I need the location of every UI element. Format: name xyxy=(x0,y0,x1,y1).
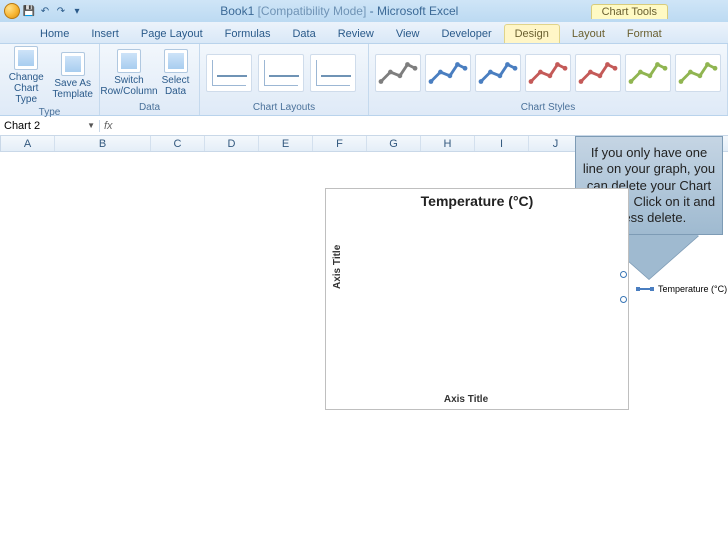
chart-style-option[interactable] xyxy=(575,54,621,92)
undo-icon[interactable]: ↶ xyxy=(38,4,52,18)
worksheet: ABCDEFGHIJKLMN If you only have one line… xyxy=(0,136,728,152)
x-axis-title[interactable]: Axis Title xyxy=(376,394,556,405)
name-box[interactable]: Chart 2▼ xyxy=(0,120,100,132)
tab-formulas[interactable]: Formulas xyxy=(215,25,281,43)
tab-layout[interactable]: Layout xyxy=(562,25,615,43)
select-data-button[interactable]: Select Data xyxy=(158,49,193,97)
legend-selection xyxy=(624,275,728,299)
tab-review[interactable]: Review xyxy=(328,25,384,43)
tab-view[interactable]: View xyxy=(386,25,430,43)
tab-page-layout[interactable]: Page Layout xyxy=(131,25,213,43)
window-title: Book1 [Compatibility Mode] - Microsoft E… xyxy=(88,4,591,18)
tab-developer[interactable]: Developer xyxy=(431,25,501,43)
switch-row-column-button[interactable]: Switch Row/Column xyxy=(106,49,152,97)
chart-title[interactable]: Temperature (°C) xyxy=(326,189,628,209)
column-header[interactable]: I xyxy=(475,136,529,151)
chart-layout-option[interactable] xyxy=(258,54,304,92)
tab-design[interactable]: Design xyxy=(504,24,560,43)
column-header[interactable]: C xyxy=(151,136,205,151)
chart-layout-option[interactable] xyxy=(310,54,356,92)
column-header[interactable]: A xyxy=(1,136,55,151)
tab-format[interactable]: Format xyxy=(617,25,672,43)
ribbon-group-chart-styles: Chart Styles xyxy=(369,44,728,115)
change-chart-type-button[interactable]: Change Chart Type xyxy=(6,46,46,105)
chart-style-option[interactable] xyxy=(675,54,721,92)
column-header[interactable]: D xyxy=(205,136,259,151)
title-bar: 💾 ↶ ↷ ▾ Book1 [Compatibility Mode] - Mic… xyxy=(0,0,728,22)
tab-insert[interactable]: Insert xyxy=(81,25,129,43)
embedded-chart[interactable]: Temperature (°C) Axis Title Axis Title T… xyxy=(325,188,629,410)
qat-dropdown-icon[interactable]: ▾ xyxy=(70,4,84,18)
chart-layout-option[interactable] xyxy=(206,54,252,92)
ribbon-group-data: Switch Row/Column Select Data Data xyxy=(100,44,200,115)
tab-data[interactable]: Data xyxy=(282,25,325,43)
chart-style-option[interactable] xyxy=(425,54,471,92)
chart-style-option[interactable] xyxy=(475,54,521,92)
fx-icon[interactable]: fx xyxy=(104,120,113,132)
contextual-tab-group: Chart Tools xyxy=(591,4,668,19)
ribbon-tabs: HomeInsertPage LayoutFormulasDataReviewV… xyxy=(0,22,728,44)
formula-bar: Chart 2▼ fx xyxy=(0,116,728,136)
tab-home[interactable]: Home xyxy=(30,25,79,43)
column-header[interactable]: G xyxy=(367,136,421,151)
chart-style-option[interactable] xyxy=(625,54,671,92)
column-header[interactable]: F xyxy=(313,136,367,151)
column-header[interactable]: H xyxy=(421,136,475,151)
chart-style-option[interactable] xyxy=(375,54,421,92)
column-header[interactable]: E xyxy=(259,136,313,151)
redo-icon[interactable]: ↷ xyxy=(54,4,68,18)
column-header[interactable]: B xyxy=(55,136,151,151)
office-button[interactable] xyxy=(4,3,20,19)
save-icon[interactable]: 💾 xyxy=(22,4,36,18)
chart-style-option[interactable] xyxy=(525,54,571,92)
save-as-template-button[interactable]: Save As Template xyxy=(52,52,93,100)
plot-area[interactable] xyxy=(376,217,556,367)
y-axis-title[interactable]: Axis Title xyxy=(332,245,343,289)
ribbon-group-chart-layouts: Chart Layouts xyxy=(200,44,369,115)
ribbon: Change Chart Type Save As Template Type … xyxy=(0,44,728,116)
ribbon-group-type: Change Chart Type Save As Template Type xyxy=(0,44,100,115)
